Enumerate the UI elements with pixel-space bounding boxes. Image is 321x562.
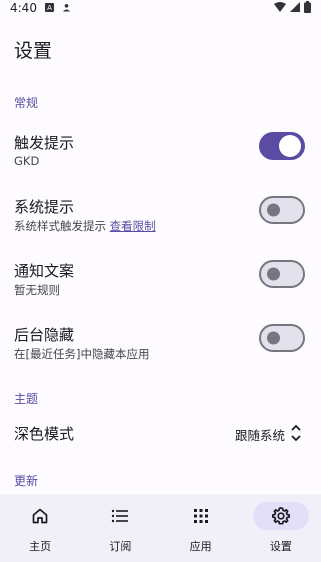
- person-icon: [62, 2, 71, 15]
- notification-text-switch[interactable]: [259, 260, 305, 288]
- nav-label: 订阅: [109, 540, 132, 553]
- setting-subtitle: 在[最近任务]中隐藏本应用: [14, 347, 150, 361]
- battery-icon: [304, 0, 311, 16]
- section-header-theme: 主题: [14, 392, 39, 406]
- switch-knob: [267, 203, 280, 217]
- status-left: 4:40 A: [10, 1, 71, 15]
- section-header-update: 更新: [14, 474, 39, 488]
- nav-item-subscriptions[interactable]: 订阅: [80, 494, 160, 562]
- status-time: 4:40: [10, 1, 37, 15]
- setting-title: 系统提示: [14, 198, 75, 216]
- setting-notification-text[interactable]: 通知文案 暂无规则: [0, 258, 321, 312]
- setting-title: 后台隐藏: [14, 326, 75, 344]
- setting-subtitle: 暂无规则: [14, 283, 60, 297]
- page-title: 设置: [14, 40, 53, 62]
- apps-grid-icon: [173, 502, 229, 530]
- setting-title: 通知文案: [14, 262, 75, 280]
- background-hide-switch[interactable]: [259, 324, 305, 352]
- home-icon: [12, 502, 68, 530]
- nav-item-settings[interactable]: 设置: [241, 494, 321, 562]
- nav-item-apps[interactable]: 应用: [161, 494, 241, 562]
- wifi-icon: [274, 1, 286, 15]
- setting-subtitle: GKD: [14, 154, 40, 168]
- section-header-general: 常规: [14, 96, 39, 110]
- gear-icon: [252, 502, 309, 530]
- setting-subtitle-text: 系统样式触发提示: [14, 219, 106, 233]
- switch-knob: [279, 135, 301, 157]
- signal-icon: [290, 1, 300, 15]
- view-limits-link[interactable]: 查看限制: [110, 219, 156, 233]
- status-right: [274, 0, 311, 16]
- svg-text:A: A: [47, 4, 52, 12]
- switch-knob: [267, 331, 280, 345]
- unfold-icon[interactable]: [289, 423, 303, 443]
- setting-title: 触发提示: [14, 134, 75, 152]
- bottom-nav: 主页 订阅 应用 设置: [0, 494, 321, 562]
- status-bar: 4:40 A: [0, 0, 321, 16]
- nav-item-home[interactable]: 主页: [0, 494, 80, 562]
- setting-subtitle: 系统样式触发提示 查看限制: [14, 218, 156, 234]
- a-square-icon: A: [44, 2, 54, 15]
- nav-label: 应用: [189, 540, 212, 553]
- switch-knob: [267, 267, 280, 281]
- setting-dark-mode[interactable]: 深色模式 跟随系统: [0, 421, 321, 445]
- list-icon: [92, 502, 148, 530]
- system-tip-switch[interactable]: [259, 196, 305, 224]
- trigger-tip-switch[interactable]: [259, 132, 305, 160]
- setting-background-hide[interactable]: 后台隐藏 在[最近任务]中隐藏本应用: [0, 322, 321, 376]
- setting-title: 深色模式: [14, 425, 75, 443]
- nav-label: 设置: [269, 540, 292, 553]
- setting-system-tip[interactable]: 系统提示 系统样式触发提示 查看限制: [0, 194, 321, 248]
- nav-label: 主页: [29, 540, 52, 553]
- dark-mode-value[interactable]: 跟随系统: [235, 425, 285, 444]
- setting-trigger-tip[interactable]: 触发提示 GKD: [0, 130, 321, 184]
